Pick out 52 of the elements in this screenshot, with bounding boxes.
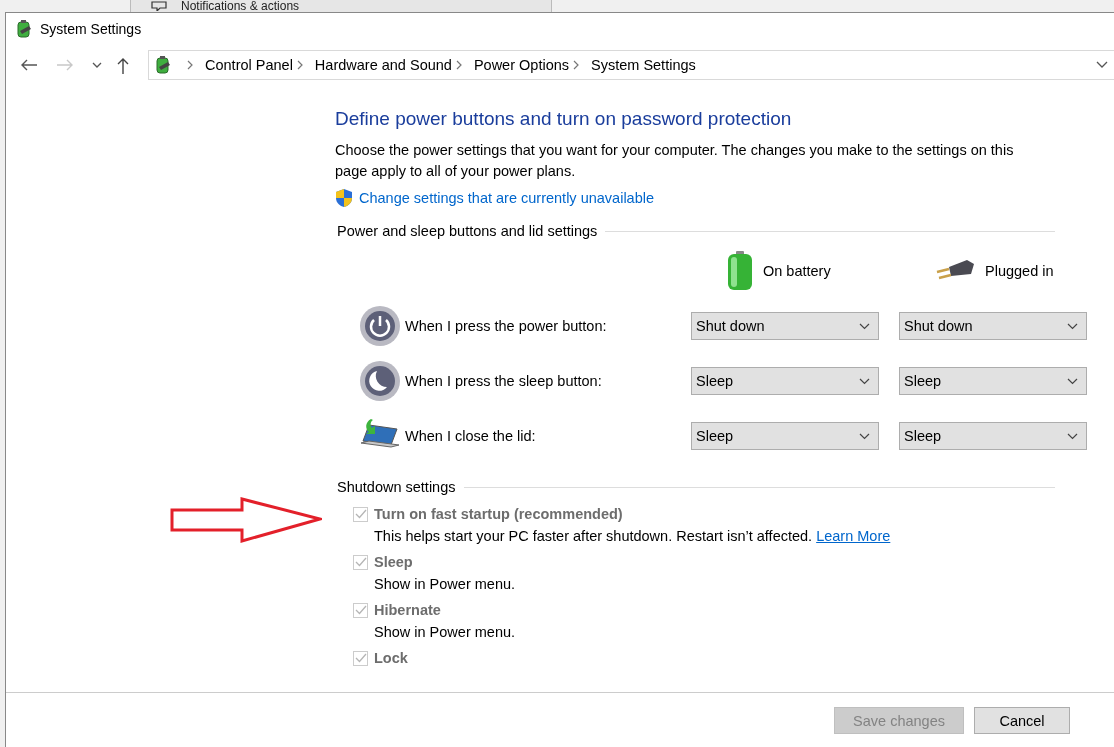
battery-icon xyxy=(727,251,753,291)
option-label: Sleep xyxy=(374,554,413,570)
sleep-button-icon xyxy=(359,360,401,402)
chevron-right-icon xyxy=(296,60,303,70)
setting-label: When I press the sleep button: xyxy=(405,373,603,389)
option-description: This helps start your PC faster after shutdown. Restart isn’t affected. xyxy=(374,528,813,544)
setting-label: When I press the power button: xyxy=(405,318,608,334)
chevron-down-icon[interactable] xyxy=(92,61,102,69)
chevron-down-icon xyxy=(1067,377,1078,385)
dropdown[interactable]: Sleep xyxy=(899,422,1087,450)
back-icon[interactable] xyxy=(20,58,38,72)
option-description: Show in Power menu. xyxy=(374,576,516,592)
page-heading: Define power buttons and turn on password protection xyxy=(335,108,793,130)
chevron-down-icon xyxy=(859,377,870,385)
option-label: Turn on fast startup (recommended) xyxy=(374,506,623,522)
option-description: Show in Power menu. xyxy=(374,624,516,640)
up-icon[interactable] xyxy=(116,56,130,74)
admin-link[interactable]: Change settings that are currently unavailable xyxy=(359,190,654,206)
section-title: Power and sleep buttons and lid settings xyxy=(337,223,598,239)
chevron-right-icon xyxy=(187,60,193,70)
chevron-down-icon[interactable] xyxy=(1096,61,1108,69)
dropdown[interactable]: Sleep xyxy=(691,422,879,450)
battery-plug-icon xyxy=(153,55,173,75)
chevron-down-icon xyxy=(859,432,870,440)
dropdown[interactable]: Sleep xyxy=(691,367,879,395)
breadcrumb-item[interactable]: Hardware and Sound xyxy=(314,57,452,73)
breadcrumb-item[interactable]: Power Options xyxy=(473,57,569,73)
notification-icon xyxy=(151,1,167,11)
dropdown[interactable]: Sleep xyxy=(899,367,1087,395)
section-title: Shutdown settings xyxy=(337,479,456,495)
window-title: Notifications & actions xyxy=(181,0,300,12)
dropdown[interactable]: Shut down xyxy=(899,312,1087,340)
chevron-down-icon xyxy=(859,322,870,330)
option-label: Lock xyxy=(374,650,408,666)
option-label: Hibernate xyxy=(374,602,441,618)
chevron-right-icon xyxy=(573,60,579,70)
chevron-down-icon xyxy=(1067,322,1078,330)
description-text: Choose the power settings that you want for your computer. The changes you make to the settings on this page apply to all of your power plans. xyxy=(335,141,1015,181)
chevron-right-icon xyxy=(455,60,462,70)
dropdown[interactable]: Shut down xyxy=(691,312,879,340)
cancel-button[interactable]: Cancel xyxy=(974,707,1070,734)
breadcrumb-item[interactable]: System Settings xyxy=(591,57,696,73)
column-heading: On battery xyxy=(763,263,831,279)
address-bar[interactable]: Control Panel Hardware and Sound Power Options System Settings xyxy=(148,50,1114,80)
column-heading: Plugged in xyxy=(985,263,1054,279)
chevron-down-icon xyxy=(1067,432,1078,440)
power-button-icon xyxy=(359,305,401,347)
setting-label: When I close the lid: xyxy=(405,428,537,444)
breadcrumb-item[interactable]: Control Panel xyxy=(205,57,293,73)
window-title: System Settings xyxy=(40,21,142,37)
shield-icon xyxy=(335,188,353,208)
battery-plug-icon xyxy=(14,19,34,39)
